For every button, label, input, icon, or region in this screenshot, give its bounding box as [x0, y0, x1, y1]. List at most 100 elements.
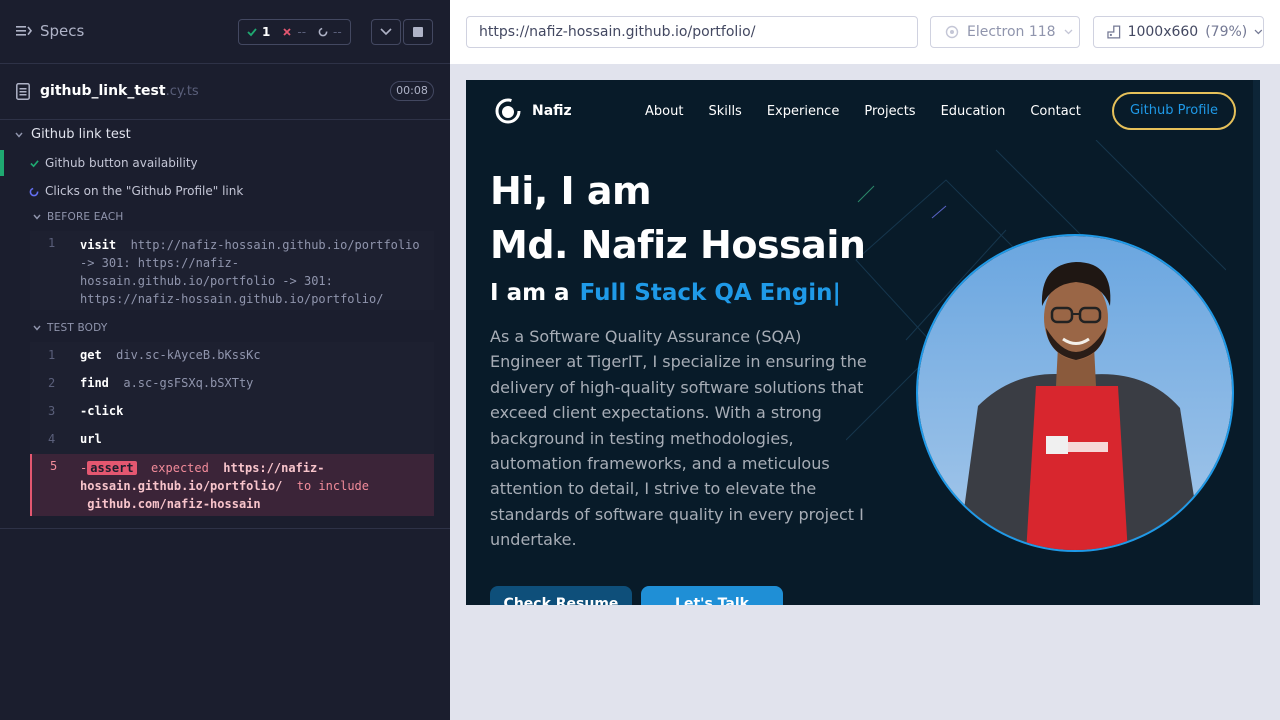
specs-icon	[16, 26, 32, 36]
chevron-down-icon	[33, 214, 41, 220]
command-content: visit http://nafiz-hossain.github.io/por…	[80, 236, 420, 308]
browser-name: Electron 118	[967, 24, 1056, 40]
failed-count: --	[297, 25, 307, 39]
assert-badge: assert	[87, 461, 137, 475]
command-row[interactable]: 2 find a.sc-gsFSXq.bSXTty	[30, 370, 434, 398]
command-row[interactable]: 4 url	[30, 426, 434, 454]
command-message: https://nafiz-hossain.github.io/portfoli…	[80, 292, 384, 306]
spec-file-name: github_link_test.cy.ts	[40, 83, 199, 99]
test-body-commands: 1 get div.sc-kAyceB.bKssKc 2 find a.sc-g…	[30, 342, 434, 516]
app-under-test-frame: Nafiz About Skills Experience Projects E…	[466, 80, 1260, 605]
spec-file-row[interactable]: github_link_test.cy.ts 00:08	[0, 64, 450, 120]
command-number: 4	[48, 432, 56, 446]
command-number: 5	[50, 459, 58, 473]
x-icon	[283, 28, 291, 36]
spec-duration: 00:08	[390, 81, 434, 101]
before-each-label[interactable]: BEFORE EACH	[47, 211, 123, 223]
nav-link-education[interactable]: Education	[941, 104, 1006, 119]
check-icon	[247, 28, 257, 37]
command-name: -click	[80, 404, 124, 418]
chevron-down-icon	[33, 325, 41, 331]
assert-expected: expected	[151, 461, 209, 475]
role-typed-text: Full Stack QA Engin|	[579, 280, 841, 306]
aut-panel: https://nafiz-hossain.github.io/portfoli…	[450, 0, 1280, 720]
hero-line-1: Hi, I am	[490, 169, 652, 213]
test-row-passed[interactable]: Github button availability	[0, 150, 450, 176]
assert-to-include: to include	[296, 479, 369, 493]
stop-icon	[413, 27, 423, 37]
pending-count: --	[333, 25, 342, 39]
spec-name-text: github_link_test	[40, 83, 166, 99]
suite-title: Github link test	[31, 127, 131, 142]
check-icon	[30, 160, 39, 168]
github-profile-button[interactable]: Github Profile	[1112, 92, 1236, 130]
viewport-selector[interactable]: 1000x660 (79%)	[1093, 16, 1264, 48]
divider	[0, 528, 450, 529]
command-content: get div.sc-kAyceB.bKssKc	[80, 348, 261, 362]
viewport-icon	[1107, 25, 1121, 39]
url-display[interactable]: https://nafiz-hossain.github.io/portfoli…	[466, 16, 918, 48]
command-row[interactable]: 3 -click	[30, 398, 434, 426]
reporter-header: Specs 1 -- --	[0, 0, 450, 64]
test-title: Clicks on the "Github Profile" link	[45, 184, 244, 198]
nav-link-experience[interactable]: Experience	[767, 104, 840, 119]
stop-button[interactable]	[403, 19, 433, 45]
spec-extension: .cy.ts	[165, 84, 199, 99]
document-icon	[16, 83, 30, 100]
command-content: url	[80, 432, 102, 446]
expand-toggle-button[interactable]	[371, 19, 401, 45]
hero-description: As a Software Quality Assurance (SQA) En…	[490, 327, 867, 550]
passed-indicator	[0, 150, 4, 176]
logo-text: Nafiz	[532, 103, 572, 119]
reporter-panel: Specs 1 -- -- github_link_test.cy.ts 00:…	[0, 0, 450, 720]
command-name: url	[80, 432, 102, 446]
site-nav: About Skills Experience Projects Educati…	[645, 104, 1106, 119]
assert-target: github.com/nafiz-hossain	[87, 497, 261, 511]
command-name: find	[80, 376, 109, 390]
check-resume-button[interactable]: Check Resume	[490, 586, 632, 605]
command-name: visit	[80, 238, 117, 252]
nav-link-about[interactable]: About	[645, 104, 683, 119]
nav-link-projects[interactable]: Projects	[864, 104, 915, 119]
assert-actual-url: https://nafiz-	[223, 461, 325, 475]
failed-stat: --	[282, 25, 306, 39]
assert-message: - assert expected https://nafiz- hossain.…	[80, 459, 369, 513]
specs-label: Specs	[40, 22, 85, 40]
command-content: -click	[80, 404, 123, 418]
browser-icon	[945, 25, 959, 39]
specs-button[interactable]: Specs	[16, 22, 84, 40]
suite-row[interactable]: Github link test	[0, 124, 450, 146]
scrollbar[interactable]	[1253, 80, 1260, 605]
command-number: 1	[48, 348, 56, 362]
browser-selector[interactable]: Electron 118	[930, 16, 1080, 48]
role-line: I am a Full Stack QA Engin|	[490, 280, 841, 306]
passed-count: 1	[262, 25, 271, 39]
test-row-running[interactable]: Clicks on the "Github Profile" link	[0, 178, 450, 204]
chevron-down-icon	[380, 28, 392, 36]
profile-photo-image	[918, 236, 1232, 550]
viewport-size: 1000x660	[1127, 24, 1199, 40]
profile-photo	[916, 234, 1234, 552]
before-each-commands: 1 visit http://nafiz-hossain.github.io/p…	[30, 231, 434, 310]
failed-command-row[interactable]: 5 - assert expected https://nafiz- hossai…	[30, 454, 434, 516]
spinner-icon	[318, 27, 328, 37]
logo-icon	[495, 98, 521, 124]
command-message: -> 301: https://nafiz-	[80, 256, 239, 270]
command-number: 2	[48, 376, 56, 390]
command-row[interactable]: 1 visit http://nafiz-hossain.github.io/p…	[30, 231, 434, 310]
command-message: hossain.github.io/portfolio -> 301:	[80, 274, 333, 288]
pending-stat: --	[318, 25, 342, 39]
command-row[interactable]: 1 get div.sc-kAyceB.bKssKc	[30, 342, 434, 370]
role-prefix: I am a	[490, 280, 570, 306]
nav-link-contact[interactable]: Contact	[1030, 104, 1081, 119]
command-number: 1	[48, 236, 56, 250]
command-message: a.sc-gsFSXq.bSXTty	[123, 376, 254, 390]
site-logo[interactable]: Nafiz	[494, 97, 572, 125]
test-body-label[interactable]: TEST BODY	[47, 322, 107, 334]
command-content: find a.sc-gsFSXq.bSXTty	[80, 376, 253, 390]
command-message: div.sc-kAyceB.bKssKc	[116, 348, 261, 362]
command-message: http://nafiz-hossain.github.io/portfolio	[130, 238, 420, 252]
lets-talk-button[interactable]: Let's Talk	[641, 586, 783, 605]
nav-link-skills[interactable]: Skills	[708, 104, 741, 119]
aut-header: https://nafiz-hossain.github.io/portfoli…	[450, 0, 1280, 64]
